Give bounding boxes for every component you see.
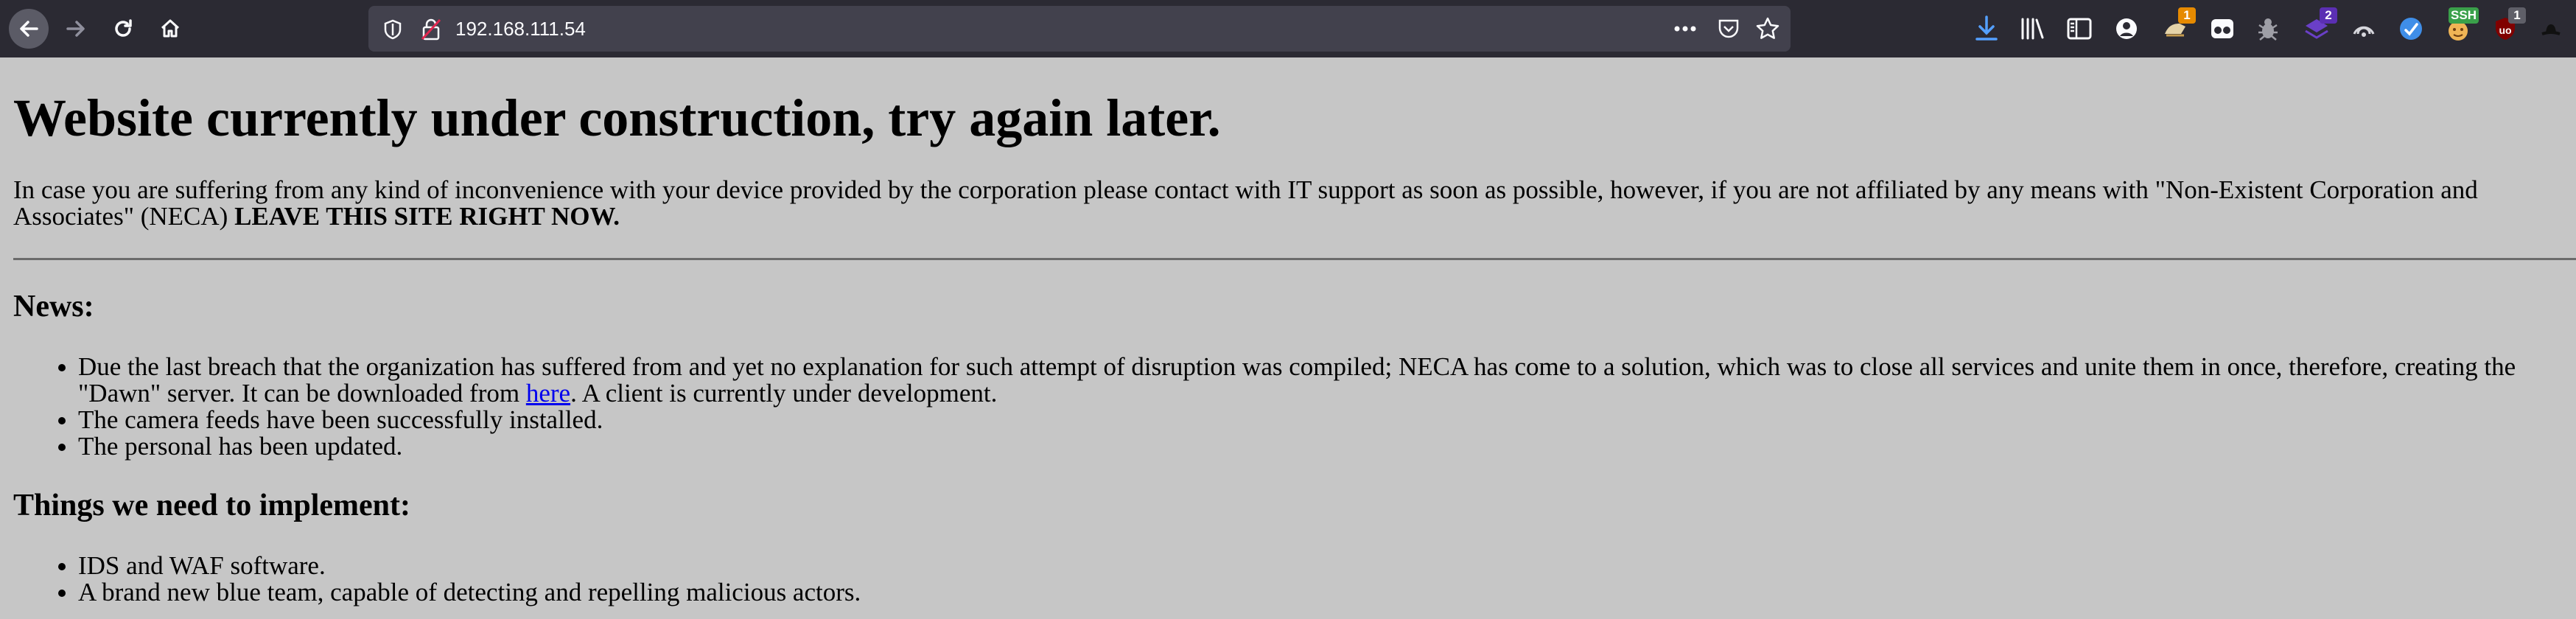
todo-list: IDS and WAF software. A brand new blue t… <box>13 553 2561 606</box>
arrow-right-icon <box>66 21 85 37</box>
extension-button-ssh[interactable]: SSH <box>2440 7 2479 47</box>
news-list: Due the last breach that the organizatio… <box>13 354 2561 460</box>
extension-badge: 1 <box>2178 7 2196 24</box>
extension-button-glasses[interactable] <box>2205 10 2240 47</box>
svg-text:uo: uo <box>2499 24 2511 36</box>
glasses-icon <box>2211 19 2233 38</box>
download-here-link[interactable]: here <box>526 379 570 408</box>
downloads-button[interactable] <box>1969 10 2004 47</box>
extension-button-1[interactable]: 1 <box>2157 7 2196 47</box>
news-item: Due the last breach that the organizatio… <box>78 354 2561 407</box>
more-actions-icon[interactable] <box>1673 19 1698 38</box>
bookmark-star-icon[interactable] <box>1755 16 1780 41</box>
intro-warning: LEAVE THIS SITE RIGHT NOW. <box>234 202 620 231</box>
pocket-icon[interactable] <box>1717 18 1740 40</box>
divider <box>13 258 2576 260</box>
news-item-text: . A client is currently under developmen… <box>570 379 998 408</box>
browser-toolbar: 192.168.111.54 1 2 SSH uo 1 <box>0 0 2576 57</box>
account-button[interactable] <box>2109 10 2144 47</box>
reload-icon <box>115 19 132 37</box>
news-heading: News: <box>13 290 94 324</box>
todo-item: A brand new blue team, capable of detect… <box>78 579 2561 606</box>
library-button[interactable] <box>2015 10 2050 47</box>
extension-badge: 1 <box>2508 7 2526 24</box>
intro-paragraph: In case you are suffering from any kind … <box>13 177 2548 230</box>
shield-icon[interactable] <box>383 19 402 40</box>
extension-button-check[interactable] <box>2393 10 2429 47</box>
download-icon <box>1975 15 1998 41</box>
sidebar-icon <box>2067 18 2092 40</box>
account-icon <box>2116 18 2137 39</box>
extension-badge: SSH <box>2449 7 2479 24</box>
reload-button[interactable] <box>103 9 143 49</box>
todo-item: IDS and WAF software. <box>78 553 2561 579</box>
sidebar-button[interactable] <box>2062 10 2097 47</box>
back-button[interactable] <box>9 9 49 49</box>
news-item: The camera feeds have been successfully … <box>78 407 2561 433</box>
home-icon <box>161 19 180 38</box>
hat-icon <box>2541 24 2561 35</box>
extension-button-wifi[interactable] <box>2346 10 2381 47</box>
page-title: Website currently under construction, tr… <box>13 88 1221 147</box>
extension-button-hat[interactable] <box>2533 10 2569 47</box>
news-item-text: Due the last breach that the organizatio… <box>78 352 2516 408</box>
library-icon <box>2021 18 2044 40</box>
extension-button-2[interactable]: 2 <box>2299 7 2337 47</box>
home-button[interactable] <box>150 9 190 49</box>
extension-badge: 2 <box>2320 7 2337 24</box>
extension-button-ublock[interactable]: uo 1 <box>2488 7 2526 47</box>
url-text[interactable]: 192.168.111.54 <box>455 17 586 41</box>
url-bar[interactable]: 192.168.111.54 <box>368 6 1791 52</box>
wifi-scan-icon <box>2353 26 2375 37</box>
insecure-lock-icon[interactable] <box>420 18 442 41</box>
arrow-left-icon <box>20 21 38 37</box>
extension-button-bug[interactable] <box>2250 10 2286 47</box>
page-content: Website currently under construction, tr… <box>0 57 2576 619</box>
bug-icon <box>2258 18 2278 41</box>
checkmark-icon <box>2400 18 2422 40</box>
news-item: The personal has been updated. <box>78 433 2561 460</box>
todo-heading: Things we need to implement: <box>13 489 410 522</box>
forward-button[interactable] <box>56 9 96 49</box>
